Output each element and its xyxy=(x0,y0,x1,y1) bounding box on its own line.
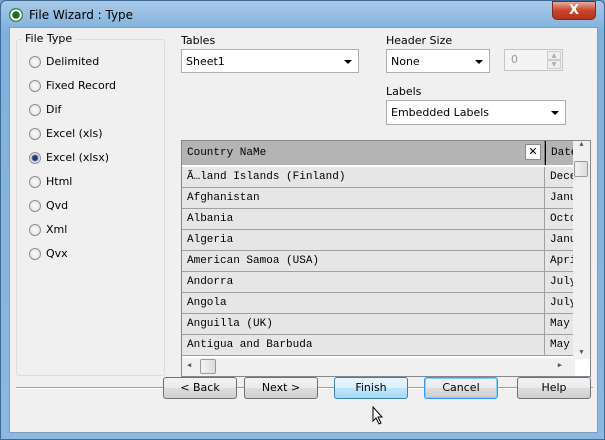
help-button[interactable]: Help xyxy=(517,377,591,399)
cancel-button[interactable]: Cancel xyxy=(424,377,498,399)
vertical-scrollbar[interactable]: ▲ ▼ xyxy=(573,141,590,359)
finish-button[interactable]: Finish xyxy=(334,377,408,399)
back-button[interactable]: < Back xyxy=(163,377,237,399)
file-type-option[interactable]: Html xyxy=(29,175,72,188)
window-title: File Wizard : Type xyxy=(29,8,134,22)
file-type-option[interactable]: Qvd xyxy=(29,199,68,212)
date-cell: Janu xyxy=(545,230,575,251)
spin-down-icon[interactable]: ▼ xyxy=(547,60,561,69)
radio-button[interactable] xyxy=(29,55,41,68)
remove-column-icon[interactable]: ✕ xyxy=(525,144,541,160)
file-type-option[interactable]: Fixed Record xyxy=(29,79,116,92)
data-preview-grid: Country NaMe ✕ Date Ã…land Islands (Finl… xyxy=(181,140,591,377)
grid-header: Country NaMe ✕ Date xyxy=(182,141,575,165)
date-cell: Janu xyxy=(545,188,575,209)
spinner-value: 0 xyxy=(511,53,518,66)
labels-dropdown[interactable]: Embedded Labels xyxy=(386,100,566,125)
tables-label: Tables xyxy=(181,34,216,47)
file-type-option-label: Excel (xls) xyxy=(46,127,103,140)
country-cell: Anguilla (UK) xyxy=(182,314,545,335)
wizard-body: File Type Delimited Fixed Record Dif Excel … xyxy=(9,27,598,433)
date-cell: May xyxy=(545,314,575,335)
radio-button[interactable] xyxy=(29,247,41,260)
radio-button[interactable] xyxy=(29,127,41,140)
header-size-spinner[interactable]: 0 ▲ ▼ xyxy=(504,49,563,71)
scroll-down-icon[interactable]: ▼ xyxy=(573,349,590,357)
next-button[interactable]: Next > xyxy=(244,377,318,399)
file-type-label: File Type xyxy=(22,32,76,45)
scroll-right-icon[interactable]: ▶ xyxy=(558,361,562,370)
file-type-option-label: Xml xyxy=(46,223,68,236)
chevron-down-icon xyxy=(344,60,352,64)
file-wizard-window: File Wizard : Type X File Type Delimited… xyxy=(0,0,605,440)
file-type-option-label: Html xyxy=(46,175,73,188)
header-size-value: None xyxy=(391,54,420,68)
country-cell: American Samoa (USA) xyxy=(182,251,545,272)
vertical-scroll-thumb[interactable] xyxy=(574,161,588,177)
close-button[interactable]: X xyxy=(552,1,596,20)
date-cell: May xyxy=(545,335,575,356)
horizontal-scrollbar[interactable]: ◀ ▶ xyxy=(182,358,575,376)
date-cell: July xyxy=(545,272,575,293)
country-cell: Angola xyxy=(182,293,545,314)
file-type-option[interactable]: Excel (xlsx) xyxy=(29,151,109,164)
title-bar: File Wizard : Type xyxy=(9,5,133,25)
header-size-label: Header Size xyxy=(386,34,453,47)
country-cell: Ã…land Islands (Finland) xyxy=(182,167,545,188)
file-type-option-label: Qvx xyxy=(46,247,68,260)
header-size-dropdown[interactable]: None xyxy=(386,49,490,73)
scroll-left-icon[interactable]: ◀ xyxy=(187,361,191,370)
file-type-option[interactable]: Xml xyxy=(29,223,67,236)
file-type-option-label: Fixed Record xyxy=(46,79,117,92)
country-cell: Afghanistan xyxy=(182,188,545,209)
radio-button[interactable] xyxy=(29,175,41,188)
file-type-option[interactable]: Qvx xyxy=(29,247,68,260)
file-type-option[interactable]: Excel (xls) xyxy=(29,127,103,140)
chevron-down-icon xyxy=(475,60,483,64)
column-header-country[interactable]: Country NaMe xyxy=(182,141,545,165)
radio-button[interactable] xyxy=(29,79,41,92)
country-cell: Andorra xyxy=(182,272,545,293)
radio-button[interactable] xyxy=(29,199,41,212)
tables-dropdown[interactable]: Sheet1 xyxy=(181,49,359,73)
file-type-option-label: Dif xyxy=(46,103,62,116)
radio-button[interactable] xyxy=(29,103,41,116)
country-cell: Antigua and Barbuda xyxy=(182,335,545,356)
file-type-option-label: Delimited xyxy=(46,55,100,68)
country-cell: Albania xyxy=(182,209,545,230)
labels-label: Labels xyxy=(386,85,422,98)
file-type-option-label: Qvd xyxy=(46,199,69,212)
labels-value: Embedded Labels xyxy=(391,106,490,119)
radio-button[interactable] xyxy=(29,223,41,236)
horizontal-scroll-thumb[interactable] xyxy=(200,359,216,374)
file-type-option-label: Excel (xlsx) xyxy=(46,151,110,164)
column-header-date[interactable]: Date xyxy=(545,141,575,165)
radio-button[interactable] xyxy=(29,151,41,164)
date-cell: Dece xyxy=(545,167,575,188)
date-cell: July xyxy=(545,293,575,314)
country-cell: Algeria xyxy=(182,230,545,251)
mouse-cursor-icon xyxy=(372,406,384,425)
scroll-up-icon[interactable]: ▲ xyxy=(573,141,590,149)
qlikview-app-icon xyxy=(9,8,23,22)
date-cell: Octo xyxy=(545,209,575,230)
date-cell: Apri xyxy=(545,251,575,272)
tables-value: Sheet1 xyxy=(186,54,225,68)
spin-up-icon[interactable]: ▲ xyxy=(547,51,561,60)
file-type-option[interactable]: Dif xyxy=(29,103,61,116)
chevron-down-icon xyxy=(551,111,559,115)
file-type-option[interactable]: Delimited xyxy=(29,55,99,68)
